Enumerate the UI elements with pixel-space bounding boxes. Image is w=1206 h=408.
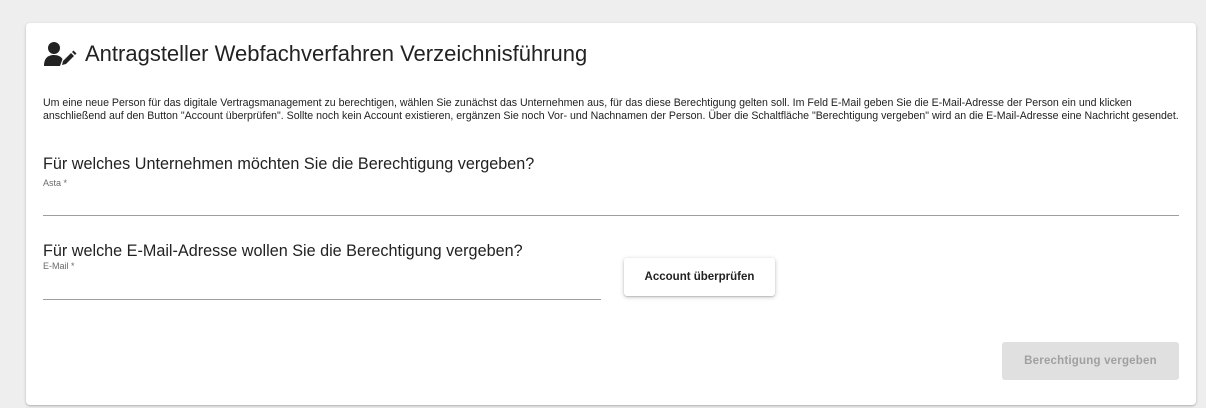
company-select[interactable] (43, 193, 1179, 213)
email-field-underline (43, 299, 601, 300)
check-account-button[interactable]: Account überprüfen (624, 258, 775, 296)
page-title: Antragsteller Webfachverfahren Verzeichn… (85, 41, 588, 66)
company-question: Für welches Unternehmen möchten Sie die … (43, 155, 535, 173)
permission-card: Antragsteller Webfachverfahren Verzeichn… (26, 23, 1196, 405)
intro-text: Um eine neue Person für das digitale Ver… (43, 97, 1179, 122)
email-field-label: E-Mail * (43, 261, 75, 271)
email-question: Für welche E-Mail-Adresse wollen Sie die… (43, 242, 523, 260)
email-field[interactable] (43, 277, 601, 297)
grant-permission-button[interactable]: Berechtigung vergeben (1002, 342, 1179, 380)
card-header: Antragsteller Webfachverfahren Verzeichn… (43, 41, 587, 67)
user-edit-icon (44, 42, 77, 66)
company-field-label: Asta * (43, 178, 68, 188)
company-field-underline (43, 215, 1179, 216)
